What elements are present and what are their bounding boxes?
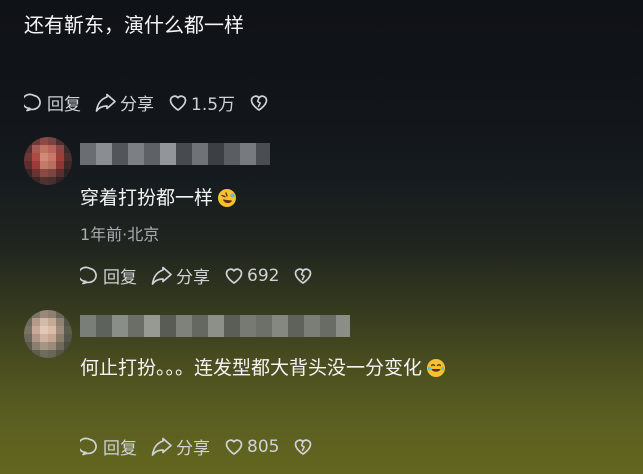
like-button[interactable]: 692 <box>224 266 279 286</box>
dislike-button[interactable] <box>293 266 316 286</box>
share-button[interactable]: 分享 <box>151 263 210 288</box>
comment-bubble-icon <box>80 437 97 455</box>
share-arrow-icon <box>151 437 172 456</box>
post-actions: 回复 分享 1.5万 <box>24 90 272 115</box>
share-button[interactable]: 分享 <box>95 90 154 115</box>
like-button[interactable]: 1.5万 <box>168 90 235 115</box>
comment-text: 穿着打扮都一样 <box>80 185 237 211</box>
comment-meta: 1年前·北京 <box>80 225 160 244</box>
like-count: 805 <box>247 436 280 457</box>
username-blurred[interactable] <box>80 143 270 165</box>
like-count: 692 <box>247 265 280 286</box>
share-label: 分享 <box>176 439 210 459</box>
heart-icon <box>169 94 187 111</box>
comment-actions: 回复 分享 805 <box>80 434 316 459</box>
heart-icon <box>225 438 243 455</box>
reply-label: 回复 <box>103 268 137 288</box>
reply-button[interactable]: 回复 <box>24 90 81 115</box>
avatar[interactable] <box>24 310 72 358</box>
like-count: 1.5万 <box>191 95 236 115</box>
reply-label: 回复 <box>103 439 137 459</box>
laughing-tears-emoji-icon <box>427 359 446 377</box>
share-arrow-icon <box>95 93 116 112</box>
broken-heart-icon <box>295 438 312 455</box>
share-label: 分享 <box>176 268 210 288</box>
username-blurred[interactable] <box>80 315 350 337</box>
comment-bubble-icon <box>24 93 41 111</box>
comment-text: 何止打扮。。。连发型都大背头没一分变化 <box>80 355 446 381</box>
reply-button[interactable]: 回复 <box>80 434 137 459</box>
comment-bubble-icon <box>80 266 97 284</box>
share-arrow-icon <box>151 266 172 285</box>
like-button[interactable]: 805 <box>224 437 279 457</box>
reply-button[interactable]: 回复 <box>80 263 137 288</box>
dislike-button[interactable] <box>249 93 272 113</box>
avatar[interactable] <box>24 137 72 185</box>
share-button[interactable]: 分享 <box>151 434 210 459</box>
reply-label: 回复 <box>47 95 81 115</box>
share-label: 分享 <box>120 95 154 115</box>
comment-actions: 回复 分享 692 <box>80 263 316 288</box>
broken-heart-icon <box>250 94 268 111</box>
rolling-laughing-emoji-icon <box>218 189 237 207</box>
heart-icon <box>225 267 243 284</box>
post-text: 还有靳东，演什么都一样 <box>24 13 244 37</box>
broken-heart-icon <box>295 267 312 284</box>
dislike-button[interactable] <box>293 437 316 457</box>
